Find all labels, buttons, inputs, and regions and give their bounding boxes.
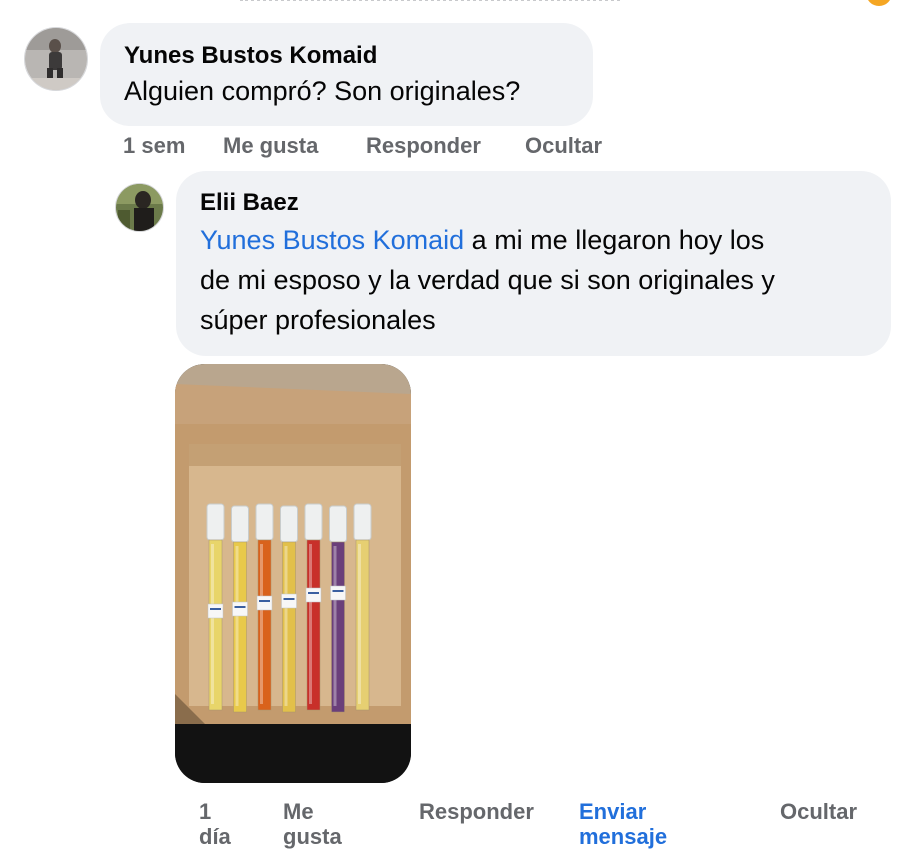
- comment-text: Alguien compró? Son originales?: [124, 76, 521, 106]
- hide-button[interactable]: Ocultar: [780, 799, 857, 824]
- reply-button[interactable]: Responder: [366, 133, 525, 159]
- avatar[interactable]: [115, 183, 164, 232]
- comment-thread: Yunes Bustos Komaid Alguien compró? Son …: [0, 0, 904, 854]
- hide-button[interactable]: Ocultar: [525, 133, 602, 159]
- perfume-vial: [206, 503, 225, 711]
- profile-photo-icon: [25, 28, 87, 90]
- timestamp-line-1: 1: [199, 799, 212, 824]
- comment-timestamp[interactable]: 1 sem: [123, 133, 223, 159]
- reply-button[interactable]: Responder: [419, 799, 534, 824]
- reply-text-line-3: súper profesionales: [200, 305, 436, 335]
- previous-actions-fragment: [240, 0, 620, 1]
- reply-text-line-2: de mi esposo y la verdad que si son orig…: [200, 265, 775, 295]
- send-message-button[interactable]: Enviar mensaje: [579, 799, 667, 849]
- perfume-vial: [329, 505, 347, 713]
- avatar[interactable]: [24, 27, 88, 91]
- perfume-vials-photo: [175, 364, 411, 783]
- perfume-vial: [255, 503, 274, 711]
- reply-author[interactable]: Elii Baez: [200, 188, 867, 218]
- profile-photo-icon: [116, 184, 163, 231]
- send-message-line-2: mensaje: [579, 824, 668, 849]
- comment-bubble: Yunes Bustos Komaid Alguien compró? Son …: [100, 23, 593, 126]
- reply-text-line-1: a mi me llegaron hoy los: [464, 225, 765, 255]
- reply-bubble: Elii Baez Yunes Bustos Komaid a mi me ll…: [176, 171, 891, 356]
- reaction-icon: [866, 0, 892, 6]
- send-message-line-1: Enviar: [579, 799, 647, 824]
- like-line-1: Me: [283, 799, 314, 824]
- photo-attachment[interactable]: [175, 364, 411, 783]
- perfume-vial: [304, 503, 323, 711]
- perfume-vial: [231, 505, 249, 713]
- timestamp-line-2: día: [199, 824, 231, 849]
- perfume-vial: [280, 505, 298, 713]
- like-line-2: gusta: [283, 824, 342, 849]
- like-button[interactable]: Me gusta: [283, 799, 342, 849]
- reply-text: Yunes Bustos Komaid a mi me llegaron hoy…: [200, 220, 867, 340]
- comment-author[interactable]: Yunes Bustos Komaid: [124, 41, 569, 71]
- perfume-vial: [353, 503, 372, 711]
- reply-timestamp[interactable]: 1 día: [199, 799, 231, 849]
- comment-actions: 1 sem Me gusta Responder Ocultar: [123, 133, 602, 159]
- like-button[interactable]: Me gusta: [223, 133, 366, 159]
- mention-link[interactable]: Yunes Bustos Komaid: [200, 225, 464, 255]
- previous-comment-fragment: [0, 0, 904, 8]
